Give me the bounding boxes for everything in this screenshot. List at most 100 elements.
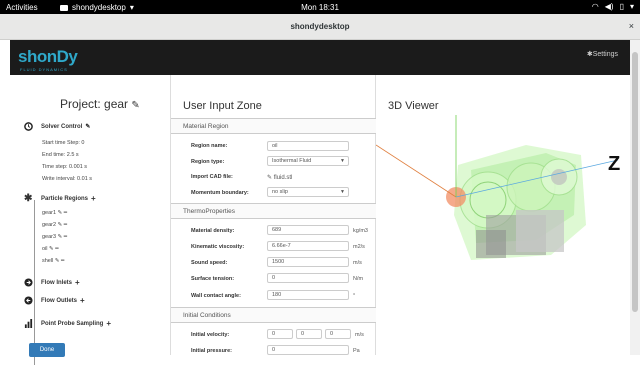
minus-icon[interactable]: ━	[64, 210, 67, 216]
x-axis	[376, 144, 457, 198]
plus-icon[interactable]: +	[106, 319, 111, 328]
list-item[interactable]: gear3 ✎ ━	[42, 234, 67, 240]
solver-control-label: Solver Control	[41, 123, 83, 130]
app-header: shonDy FLUID DYNAMICS ✱Settings	[10, 40, 630, 75]
initial-pressure-label: Initial pressure:	[191, 348, 232, 354]
velocity-y-input[interactable]: 0	[296, 329, 322, 339]
pencil-icon[interactable]: ✎	[58, 210, 63, 216]
project-title-text: Project: gear	[60, 97, 129, 111]
pencil-icon: ✎	[267, 175, 273, 181]
viscosity-label: Kinematic viscosity:	[191, 244, 245, 250]
wifi-icon: ◠	[591, 2, 599, 11]
momentum-select[interactable]: no slip ▼	[267, 187, 349, 197]
region-type-label: Region type:	[191, 159, 225, 165]
solver-write-interval: Write interval: 0.01 s	[42, 176, 93, 182]
solver-start-time: Start time Step: 0	[42, 140, 85, 146]
viewer-panel: 3D Viewer Z	[376, 75, 630, 355]
contact-angle-label: Wall contact angle:	[191, 293, 241, 299]
solver-control-section[interactable]: Solver Control ✎	[24, 122, 90, 131]
region-name-label: Region name:	[191, 143, 228, 149]
flow-inlets-section[interactable]: Flow Inlets +	[24, 278, 80, 287]
window-title: shondydesktop	[290, 22, 350, 31]
plus-icon[interactable]: +	[75, 278, 80, 287]
input-panel-title: User Input Zone	[183, 100, 262, 112]
surface-tension-unit: N/m	[353, 276, 364, 282]
cad-file-name: fluid.stl	[273, 175, 293, 181]
project-panel: Project: gear ✎ Solver Control ✎ Start t…	[10, 75, 170, 365]
minus-icon[interactable]: ━	[64, 222, 67, 228]
velocity-z-input[interactable]: 0	[325, 329, 351, 339]
close-window-button[interactable]: ×	[629, 21, 634, 31]
momentum-value: no slip	[272, 189, 288, 195]
point-probe-label: Point Probe Sampling	[41, 320, 104, 327]
plus-icon[interactable]: +	[91, 194, 96, 203]
density-input[interactable]: 689	[267, 225, 349, 235]
contact-angle-input[interactable]: 180	[267, 290, 349, 300]
pencil-icon[interactable]: ✎	[85, 123, 90, 130]
list-item[interactable]: gear1 ✎ ━	[42, 210, 67, 216]
flow-outlets-section[interactable]: Flow Outlets +	[24, 296, 85, 305]
surface-tension-label: Surface tension:	[191, 276, 235, 282]
pencil-icon[interactable]: ✎	[58, 234, 63, 240]
momentum-label: Momentum boundary:	[191, 190, 249, 196]
viewer-title: 3D Viewer	[388, 100, 439, 112]
flow-inlets-label: Flow Inlets	[41, 279, 73, 286]
region-type-select[interactable]: Isothermal Fluid ▼	[267, 156, 349, 166]
solver-end-time: End time: 2.5 s	[42, 152, 79, 158]
minus-icon[interactable]: ━	[64, 234, 67, 240]
initial-pressure-input[interactable]: 0	[267, 345, 349, 355]
pencil-icon[interactable]: ✎	[55, 258, 60, 264]
velocity-x-input[interactable]: 0	[267, 329, 293, 339]
scrollbar-thumb[interactable]	[632, 52, 638, 312]
region-name: shell	[42, 258, 54, 264]
density-unit: kg/m3	[353, 228, 368, 234]
app-logo-subtitle: FLUID DYNAMICS	[20, 67, 68, 72]
surface-tension-input[interactable]: 0	[267, 273, 349, 283]
region-name-input[interactable]: oil	[267, 141, 349, 151]
sound-speed-label: Sound speed:	[191, 260, 228, 266]
minus-icon[interactable]: ━	[61, 258, 64, 264]
chevron-down-icon: ▼	[340, 189, 345, 195]
settings-link[interactable]: ✱Settings	[587, 50, 618, 58]
pencil-icon[interactable]: ✎	[131, 100, 139, 111]
particle-regions-label: Particle Regions	[41, 195, 89, 202]
battery-icon: ▯	[619, 2, 624, 11]
solver-time-step: Time step: 0.001 s	[42, 164, 88, 170]
viscosity-input[interactable]: 6.66e-7	[267, 241, 349, 251]
velocity-unit: m/s	[355, 332, 364, 338]
volume-icon: ◀)	[604, 2, 614, 11]
list-item[interactable]: shell ✎ ━	[42, 258, 64, 264]
list-item[interactable]: oil ✎ ━	[42, 246, 59, 252]
arrow-circle-icon	[24, 278, 33, 287]
sound-speed-unit: m/s	[353, 260, 362, 266]
clock[interactable]: Mon 18:31	[0, 3, 640, 12]
sound-speed-input[interactable]: 1500	[267, 257, 349, 267]
particle-regions-section[interactable]: ✱ Particle Regions +	[24, 194, 96, 204]
material-region-header: Material Region	[171, 118, 377, 134]
axis-label: Z	[608, 153, 620, 175]
cad-file-link[interactable]: ✎ fluid.stl	[267, 174, 292, 181]
bar-chart-icon	[24, 319, 33, 328]
pencil-icon[interactable]: ✎	[49, 246, 54, 252]
initial-velocity-label: Initial velocity:	[191, 332, 230, 338]
pencil-icon[interactable]: ✎	[58, 222, 63, 228]
region-name: oil	[42, 246, 48, 252]
plus-icon[interactable]: +	[80, 296, 85, 305]
region-name: gear1	[42, 210, 57, 216]
viscosity-unit: m2/s	[353, 244, 365, 250]
list-item[interactable]: gear2 ✎ ━	[42, 222, 67, 228]
project-title: Project: gear ✎	[60, 97, 140, 111]
system-tray[interactable]: ◠ ◀) ▯ ▾	[592, 2, 634, 11]
app-logo: shonDy	[18, 47, 78, 66]
initial-conditions-header: Initial Conditions	[171, 307, 377, 323]
system-top-bar: Activities shondydesktop ▾ Mon 18:31 ◠ ◀…	[0, 0, 640, 14]
minus-icon[interactable]: ━	[55, 246, 58, 252]
3d-canvas[interactable]: Z	[376, 115, 630, 355]
region-type-value: Isothermal Fluid	[272, 158, 312, 164]
clock-icon	[24, 122, 33, 131]
chevron-down-icon: ▾	[629, 2, 634, 11]
arrow-circle-icon	[24, 296, 33, 305]
page-scrollbar[interactable]	[630, 40, 640, 355]
point-probe-section[interactable]: Point Probe Sampling +	[24, 319, 111, 328]
import-cad-label: Import CAD file:	[191, 174, 233, 180]
